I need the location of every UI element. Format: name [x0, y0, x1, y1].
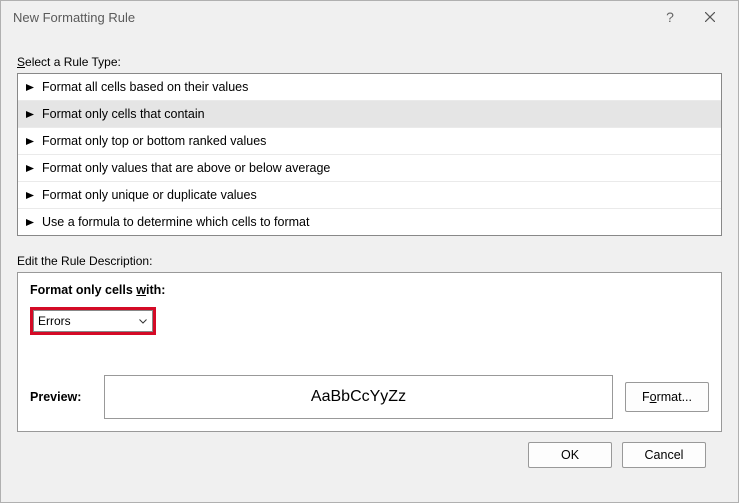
rule-type-item[interactable]: Format all cells based on their values — [18, 74, 721, 101]
preview-label: Preview: — [30, 390, 92, 404]
close-icon — [705, 12, 715, 22]
help-icon: ? — [666, 9, 674, 25]
play-arrow-icon — [26, 192, 34, 199]
play-arrow-icon — [26, 138, 34, 145]
cell-condition-dropdown[interactable]: Errors — [33, 310, 153, 332]
rule-type-item-label: Format only unique or duplicate values — [42, 188, 257, 202]
rule-type-item-label: Format only values that are above or bel… — [42, 161, 330, 175]
play-arrow-icon — [26, 84, 34, 91]
cancel-button[interactable]: Cancel — [622, 442, 706, 468]
play-arrow-icon — [26, 219, 34, 226]
help-button[interactable]: ? — [650, 3, 690, 31]
dropdown-button[interactable] — [134, 311, 152, 331]
format-button[interactable]: Format... — [625, 382, 709, 412]
edit-description-label: Edit the Rule Description: — [17, 254, 722, 268]
rule-type-item[interactable]: Format only top or bottom ranked values — [18, 128, 721, 155]
titlebar: New Formatting Rule ? — [1, 1, 738, 33]
preview-sample-text: AaBbCcYyZz — [311, 388, 406, 406]
rule-type-item[interactable]: Format only cells that contain — [18, 101, 721, 128]
rule-type-item-label: Format only top or bottom ranked values — [42, 134, 266, 148]
rule-description-box: Format only cells with: Errors Preview: … — [17, 272, 722, 432]
dialog-footer: OK Cancel — [17, 432, 722, 468]
rule-type-item[interactable]: Format only values that are above or bel… — [18, 155, 721, 182]
rule-type-item-label: Format all cells based on their values — [42, 80, 248, 94]
rule-type-item-label: Format only cells that contain — [42, 107, 205, 121]
play-arrow-icon — [26, 111, 34, 118]
preview-row: Preview: AaBbCcYyZz Format... — [30, 375, 709, 419]
ok-button[interactable]: OK — [528, 442, 612, 468]
preview-sample-box: AaBbCcYyZz — [104, 375, 613, 419]
rule-type-label: Select a Rule Type: — [17, 55, 722, 69]
window-title: New Formatting Rule — [13, 10, 650, 25]
close-button[interactable] — [690, 3, 730, 31]
dropdown-value: Errors — [38, 314, 71, 328]
rule-type-item-label: Use a formula to determine which cells t… — [42, 215, 309, 229]
cell-condition-highlight: Errors — [30, 307, 156, 335]
chevron-down-icon — [139, 319, 147, 324]
dialog-window: New Formatting Rule ? Select a Rule Type… — [0, 0, 739, 503]
dialog-content: Select a Rule Type: Format all cells bas… — [1, 33, 738, 482]
format-only-cells-with-label: Format only cells with: — [30, 283, 709, 297]
play-arrow-icon — [26, 165, 34, 172]
rule-type-list[interactable]: Format all cells based on their values Fo… — [17, 73, 722, 236]
rule-type-item[interactable]: Format only unique or duplicate values — [18, 182, 721, 209]
rule-type-item[interactable]: Use a formula to determine which cells t… — [18, 209, 721, 235]
